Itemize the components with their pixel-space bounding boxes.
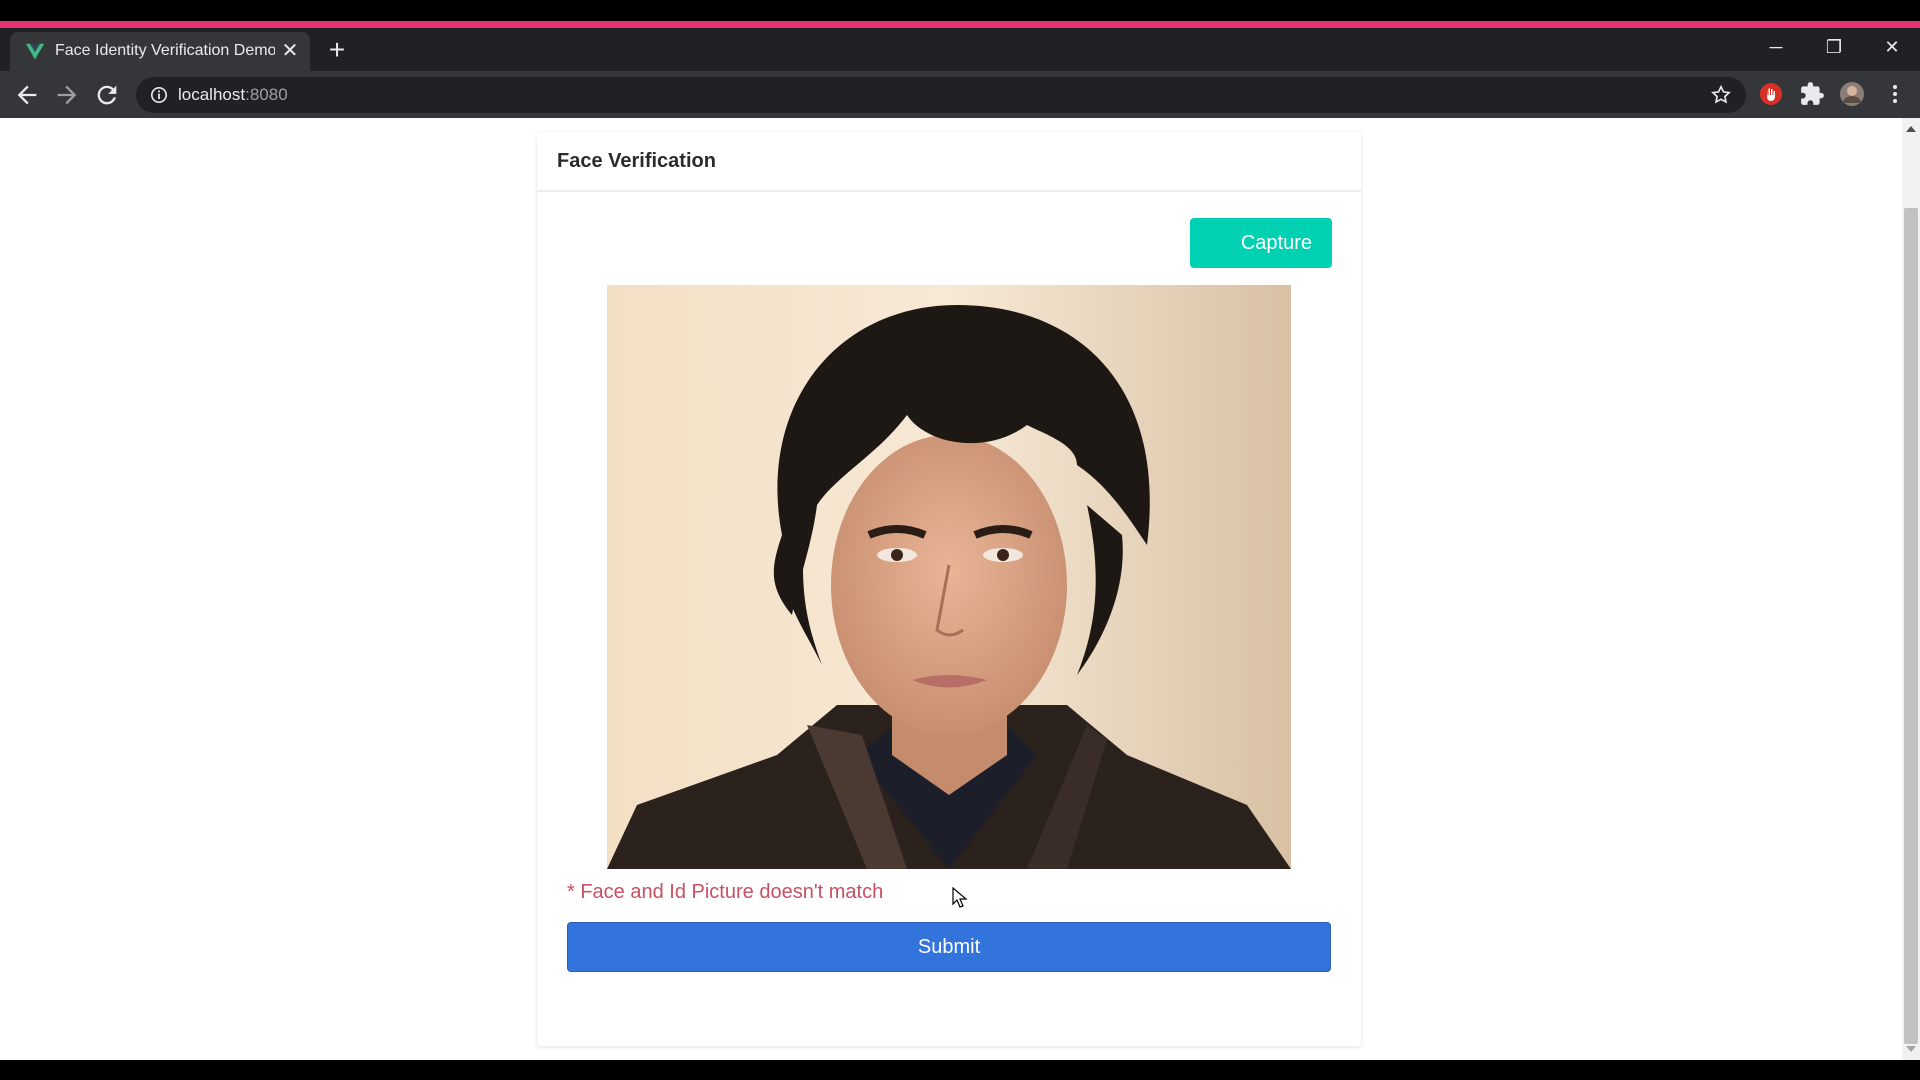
page-viewport: Face Verification Capture * Face and Id … xyxy=(0,118,1902,1060)
tab-strip: Face Identity Verification Demo ✕ + ─ ❐ … xyxy=(0,28,1920,71)
scroll-up-arrow-icon[interactable] xyxy=(1906,126,1916,132)
top-bezel xyxy=(0,0,1920,21)
card-title: Face Verification xyxy=(537,132,1361,192)
mouse-cursor-icon xyxy=(952,887,968,908)
new-tab-button[interactable]: + xyxy=(322,36,352,66)
info-icon[interactable] xyxy=(150,86,168,104)
profile-avatar[interactable] xyxy=(1839,81,1865,107)
scroll-thumb[interactable] xyxy=(1904,208,1918,1044)
kebab-menu-icon[interactable] xyxy=(1882,81,1908,107)
star-icon[interactable] xyxy=(1710,84,1732,106)
screen: Face Identity Verification Demo ✕ + ─ ❐ … xyxy=(0,0,1920,1080)
tab-title: Face Identity Verification Demo xyxy=(55,42,275,59)
verification-card: Face Verification Capture * Face and Id … xyxy=(537,132,1361,1046)
submit-button[interactable]: Submit xyxy=(567,922,1331,972)
error-message: * Face and Id Picture doesn't match xyxy=(567,881,884,903)
red-extension-icon[interactable] xyxy=(1758,81,1784,107)
back-arrow-icon[interactable] xyxy=(13,81,41,109)
face-photo xyxy=(607,285,1291,869)
url-text: localhost:8080 xyxy=(178,85,288,104)
scroll-down-arrow-icon[interactable] xyxy=(1906,1046,1916,1052)
forward-arrow-icon[interactable] xyxy=(53,81,81,109)
minimize-button[interactable]: ─ xyxy=(1756,32,1796,62)
browser-tab[interactable]: Face Identity Verification Demo ✕ xyxy=(10,32,310,71)
reload-icon[interactable] xyxy=(93,81,121,109)
restore-button[interactable]: ❐ xyxy=(1814,32,1854,62)
puzzle-icon[interactable] xyxy=(1799,81,1825,107)
address-bar[interactable]: localhost:8080 xyxy=(136,77,1746,113)
capture-button[interactable]: Capture xyxy=(1190,218,1332,268)
bottom-bezel xyxy=(0,1060,1920,1080)
accent-strip xyxy=(0,21,1920,28)
tab-close-icon[interactable]: ✕ xyxy=(278,39,302,63)
scrollbar[interactable] xyxy=(1902,118,1920,1060)
vue-logo-icon xyxy=(25,43,45,60)
browser-toolbar: localhost:8080 xyxy=(0,71,1920,118)
close-window-button[interactable]: ✕ xyxy=(1872,32,1912,62)
